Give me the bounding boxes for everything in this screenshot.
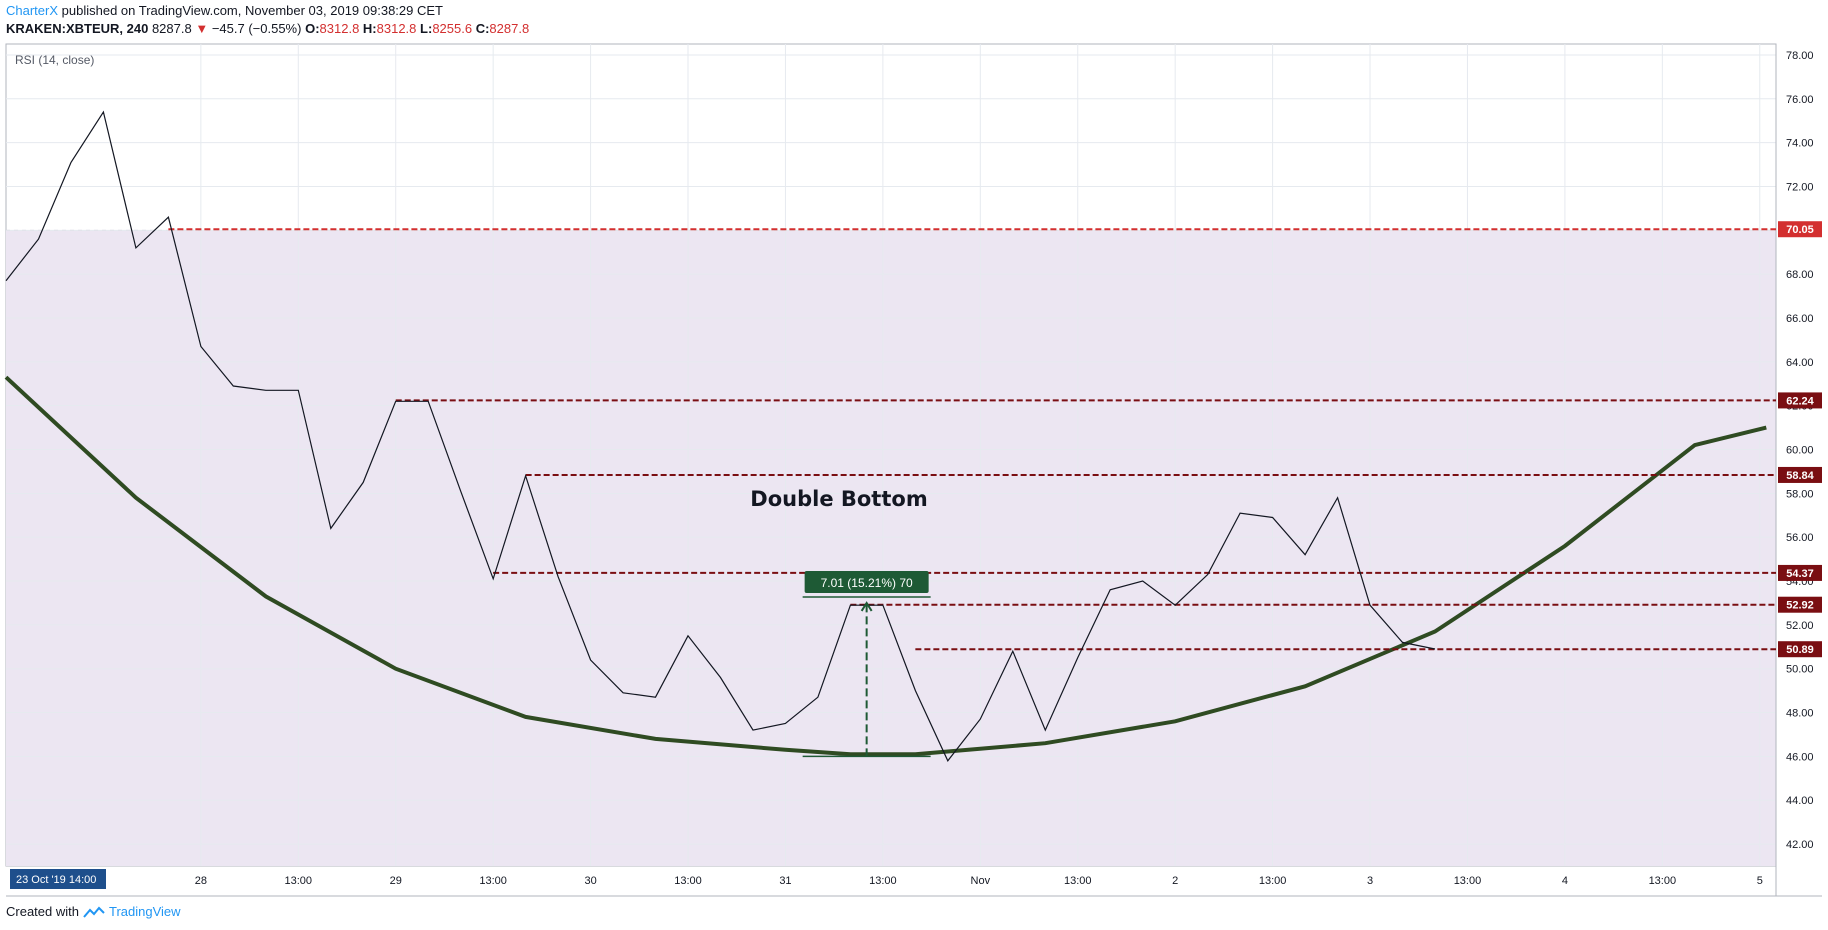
level-label: 52.92 bbox=[1786, 600, 1814, 612]
y-tick-label: 72.00 bbox=[1786, 181, 1814, 193]
level-label: 58.84 bbox=[1786, 470, 1814, 482]
x-tick-label: 13:00 bbox=[479, 875, 507, 887]
level-label: 50.89 bbox=[1786, 644, 1814, 656]
y-tick-label: 42.00 bbox=[1786, 839, 1814, 851]
y-tick-label: 60.00 bbox=[1786, 445, 1814, 457]
x-tick-label: 5 bbox=[1757, 875, 1763, 887]
double-bottom-annotation: Double Bottom bbox=[750, 487, 927, 511]
y-tick-label: 68.00 bbox=[1786, 269, 1814, 281]
tradingview-logo-icon bbox=[83, 906, 105, 918]
x-tick-label: 13:00 bbox=[869, 875, 897, 887]
tradingview-link[interactable]: TradingView bbox=[109, 904, 181, 919]
y-tick-label: 52.00 bbox=[1786, 620, 1814, 632]
x-tick-label: 13:00 bbox=[1454, 875, 1482, 887]
x-tick-label: 4 bbox=[1562, 875, 1568, 887]
y-tick-label: 46.00 bbox=[1786, 751, 1814, 763]
level-label: 62.24 bbox=[1786, 395, 1814, 407]
x-tick-label: 13:00 bbox=[674, 875, 702, 887]
x-tick-label: 3 bbox=[1367, 875, 1373, 887]
x-tick-label: 13:00 bbox=[285, 875, 313, 887]
y-tick-label: 48.00 bbox=[1786, 708, 1814, 720]
rsi-band bbox=[6, 230, 1776, 866]
y-tick-label: 74.00 bbox=[1786, 138, 1814, 150]
y-tick-label: 66.00 bbox=[1786, 313, 1814, 325]
x-tick-label: 2 bbox=[1172, 875, 1178, 887]
start-date-label: 23 Oct '19 14:00 bbox=[16, 874, 96, 886]
y-tick-label: 56.00 bbox=[1786, 532, 1814, 544]
footer: Created with TradingView bbox=[6, 904, 181, 919]
indicator-label: RSI (14, close) bbox=[15, 53, 94, 67]
rsi-chart[interactable]: 78.0076.0074.0072.0070.0068.0066.0064.00… bbox=[0, 0, 1828, 930]
x-tick-label: 13:00 bbox=[1259, 875, 1287, 887]
y-tick-label: 44.00 bbox=[1786, 795, 1814, 807]
measure-label: 7.01 (15.21%) 70 bbox=[821, 576, 913, 590]
y-tick-label: 76.00 bbox=[1786, 94, 1814, 106]
x-tick-label: 29 bbox=[390, 875, 402, 887]
x-tick-label: 31 bbox=[779, 875, 791, 887]
x-tick-label: 13:00 bbox=[1649, 875, 1677, 887]
y-tick-label: 58.00 bbox=[1786, 488, 1814, 500]
level-label: 70.05 bbox=[1786, 224, 1814, 236]
x-tick-label: 30 bbox=[584, 875, 596, 887]
y-tick-label: 78.00 bbox=[1786, 50, 1814, 62]
y-tick-label: 50.00 bbox=[1786, 664, 1814, 676]
x-tick-label: 28 bbox=[195, 875, 207, 887]
x-tick-label: 13:00 bbox=[1064, 875, 1092, 887]
x-tick-label: Nov bbox=[971, 875, 991, 887]
y-tick-label: 64.00 bbox=[1786, 357, 1814, 369]
level-label: 54.37 bbox=[1786, 568, 1814, 580]
created-with-text: Created with bbox=[6, 904, 79, 919]
